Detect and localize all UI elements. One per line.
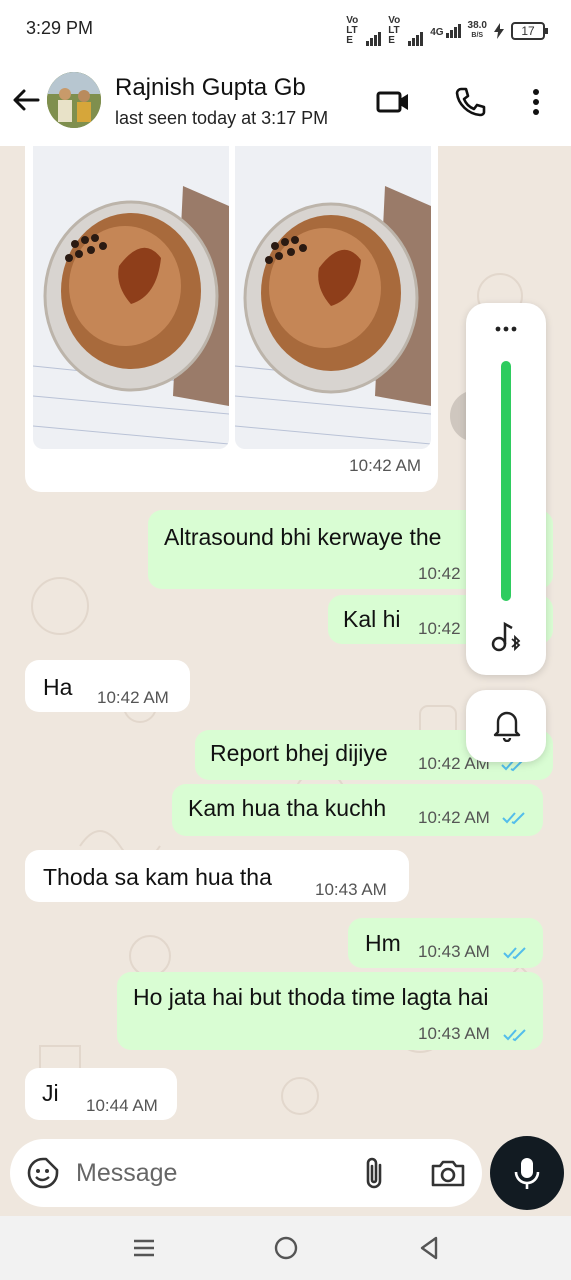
message-text: Thoda sa kam hua tha [43,864,272,890]
image-message[interactable]: 10:42 AM [25,146,438,492]
message-bubble[interactable]: Ho jata hai but thoda time lagta hai 10:… [117,972,543,1050]
video-call-icon[interactable] [375,84,411,120]
home-icon[interactable] [272,1234,300,1262]
more-options-icon[interactable] [518,84,554,120]
status-icons: Vo LTE Vo LTE 4G 38.0 B/S 17 [346,16,548,46]
status-bar: 3:29 PM Vo LTE Vo LTE 4G 38.0 B/S 17 [0,0,571,58]
voice-call-icon[interactable] [452,84,488,120]
bell-icon[interactable] [492,708,522,742]
charging-icon [494,23,504,39]
attach-icon[interactable] [360,1155,390,1191]
read-receipt-icon [503,1029,526,1042]
message-time: 10:43 AM [315,880,387,899]
message-time: 10:43 AM [418,1024,490,1043]
message-text: Ji [42,1080,59,1106]
message-text: Ha [43,674,73,700]
read-receipt-icon [502,812,525,825]
camera-icon[interactable] [430,1155,466,1191]
avatar[interactable] [47,72,101,128]
message-input[interactable] [76,1149,346,1197]
network-type-icon: 4G [430,24,461,38]
message-time: 10:42 AM [97,688,169,707]
sim2-signal-icon: Vo LTE [388,16,424,46]
message-text: Hm [365,930,401,956]
more-options-icon[interactable] [494,325,518,333]
message-bubble[interactable]: Hm 10:43 AM [348,918,543,968]
system-nav-bar [0,1216,571,1280]
bluetooth-audio-icon[interactable] [488,619,524,655]
sim1-signal-icon: Vo LTE [346,16,382,46]
volume-panel[interactable] [466,303,546,675]
chat-header: Rajnish Gupta Gb last seen today at 3:17… [0,58,571,146]
volume-slider[interactable] [501,361,511,601]
message-time: 10:42 AM [349,456,421,475]
message-text: Report bhej dijiye [210,740,388,766]
status-time: 3:29 PM [26,18,94,38]
photo-thumbnail[interactable] [235,146,431,449]
voice-message-button[interactable] [490,1136,564,1210]
message-time: 10:42 [418,619,461,638]
message-time: 10:42 AM [418,808,490,827]
nav-back-icon[interactable] [416,1234,444,1262]
message-composer [10,1139,482,1207]
ringer-panel[interactable] [466,690,546,762]
sticker-icon[interactable] [26,1156,60,1190]
read-receipt-icon [503,947,526,960]
photo-thumbnail[interactable] [33,146,229,449]
message-text: Ho jata hai but thoda time lagta hai [133,984,489,1010]
message-time: 10:42 [418,564,461,583]
back-arrow-icon[interactable] [10,84,42,116]
message-bubble[interactable]: Thoda sa kam hua tha 10:43 AM [25,850,409,902]
microphone-icon [514,1158,540,1189]
recent-apps-icon[interactable] [130,1234,158,1262]
battery-icon: 17 [511,22,548,40]
message-text: Altrasound bhi kerwaye the [164,524,442,550]
last-seen-status: last seen today at 3:17 PM [115,108,329,128]
message-text: Kal hi [343,606,401,632]
message-text: Kam hua tha kuchh [188,795,387,821]
network-speed: 38.0 B/S [467,20,487,40]
contact-name[interactable]: Rajnish Gupta Gb [115,74,306,102]
message-time: 10:43 AM [418,942,490,961]
message-bubble[interactable]: Ji 10:44 AM [25,1068,177,1120]
message-time: 10:44 AM [86,1096,158,1115]
message-bubble[interactable]: Ha 10:42 AM [25,660,190,712]
message-bubble[interactable]: Kam hua tha kuchh 10:42 AM [172,784,543,836]
